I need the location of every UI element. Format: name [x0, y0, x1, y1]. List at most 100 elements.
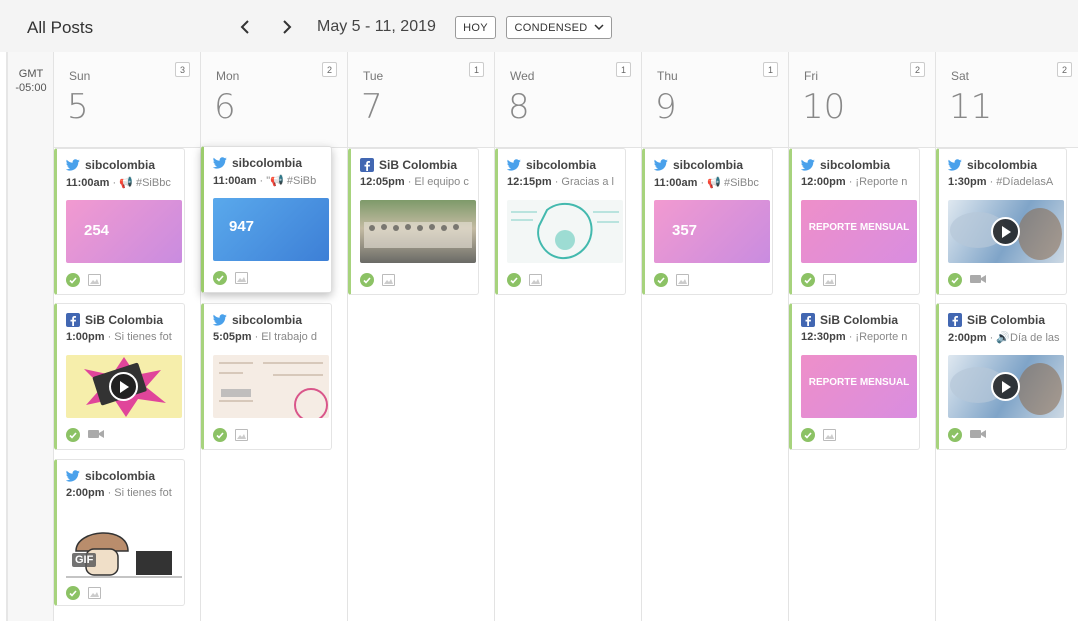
post-meta: 11:00am · 📢 #SiBbc [654, 176, 770, 189]
view-mode-dropdown[interactable]: CONDENSED [506, 16, 612, 39]
post-card[interactable]: SiB Colombia 12:05pm · El equipo c [348, 148, 479, 295]
image-icon [823, 274, 836, 286]
next-week-button[interactable] [276, 16, 298, 38]
post-card[interactable]: sibcolombia 11:00am · 📢 #SiBbc 357 [642, 148, 773, 295]
day-body[interactable]: sibcolombia 11:00am · "📢 #SiBb 947 sibcolom… [201, 146, 347, 621]
account-name: SiB Colombia [85, 313, 164, 327]
day-column-wed[interactable]: Wed 8 1 sibcolombia 12:15pm · Gracias a l [495, 52, 642, 621]
day-name: Sun [69, 69, 91, 83]
post-card[interactable]: SiB Colombia 12:30pm · ¡Reporte n REPORTE … [789, 303, 920, 450]
post-footer [654, 273, 689, 287]
post-meta: 11:00am · "📢 #SiBb [213, 174, 329, 187]
post-card[interactable]: sibcolombia 11:00am · "📢 #SiBb 947 [201, 146, 332, 293]
day-column-fri[interactable]: Fri 10 2 sibcolombia 12:00pm · ¡Reporte n REP… [789, 52, 936, 621]
today-button-label: HOY [463, 21, 488, 34]
post-meta: 2:00pm · 🔊Día de las [948, 331, 1064, 344]
post-count-badge: 2 [1057, 62, 1072, 77]
play-icon[interactable] [991, 217, 1020, 246]
day-number: 10 [802, 87, 846, 127]
post-card[interactable]: sibcolombia 12:15pm · Gracias a l [495, 148, 626, 295]
twitter-icon [507, 158, 521, 172]
post-image[interactable] [360, 200, 476, 263]
account-name: sibcolombia [967, 158, 1038, 172]
post-video[interactable] [948, 355, 1064, 418]
day-body[interactable]: sibcolombia 11:00am · 📢 #SiBbc 254 SiB Col… [54, 148, 200, 621]
play-icon[interactable] [991, 372, 1020, 401]
post-image[interactable]: REPORTE MENSUAL [801, 355, 917, 418]
post-card[interactable]: SiB Colombia 1:00pm · Si tienes fot [54, 303, 185, 450]
image-icon [676, 274, 689, 286]
post-video[interactable] [66, 355, 182, 418]
twitter-icon [213, 313, 227, 327]
post-meta: 5:05pm · El trabajo d [213, 331, 329, 343]
day-number: 7 [361, 87, 383, 127]
day-body[interactable]: sibcolombia 12:00pm · ¡Reporte n REPORTE M… [789, 148, 935, 621]
post-text: · El equipo c [404, 176, 469, 188]
post-image[interactable]: REPORTE MENSUAL [801, 200, 917, 263]
post-image[interactable]: 254 [66, 200, 182, 263]
video-icon [970, 426, 986, 444]
check-icon [213, 428, 227, 442]
post-image[interactable]: 947 [213, 198, 329, 261]
post-card[interactable]: sibcolombia 12:00pm · ¡Reporte n REPORTE M… [789, 148, 920, 295]
post-text: · El trabajo d [251, 331, 317, 343]
top-bar: All Posts May 5 - 11, 2019 HOY CONDENSED [0, 0, 1078, 52]
day-body[interactable]: sibcolombia 1:30pm · #DíadelasA SiB Colomb… [936, 148, 1078, 621]
post-meta: 12:00pm · ¡Reporte n [801, 176, 917, 188]
previous-week-button[interactable] [234, 16, 256, 38]
twitter-icon [66, 158, 80, 172]
day-number: 5 [67, 87, 89, 127]
post-gif[interactable]: GIF [66, 511, 182, 583]
today-button[interactable]: HOY [455, 16, 496, 39]
mushroom-illustration [66, 532, 182, 578]
video-icon [88, 426, 104, 444]
twitter-icon [654, 158, 668, 172]
post-account: sibcolombia [654, 157, 743, 173]
post-count-badge: 3 [175, 62, 190, 77]
day-body[interactable]: sibcolombia 11:00am · 📢 #SiBbc 357 [642, 148, 788, 621]
post-time: 12:30pm [801, 331, 846, 343]
post-video[interactable] [948, 200, 1064, 263]
day-name: Mon [216, 69, 240, 83]
post-card[interactable]: SiB Colombia 2:00pm · 🔊Día de las [936, 303, 1067, 450]
day-column-sun[interactable]: Sun 5 3 sibcolombia 11:00am · 📢 #SiBbc 254 Si… [54, 52, 201, 621]
post-card[interactable]: sibcolombia 5:05pm · El trabajo d [201, 303, 332, 450]
post-card[interactable]: sibcolombia 1:30pm · #DíadelasA [936, 148, 1067, 295]
teal-illustration [511, 202, 619, 260]
post-card[interactable]: sibcolombia 2:00pm · Si tienes fot GIF [54, 459, 185, 606]
account-name: sibcolombia [232, 313, 303, 327]
post-count-badge: 2 [322, 62, 337, 77]
account-name: sibcolombia [232, 156, 303, 170]
post-time: 2:00pm [66, 487, 105, 499]
post-account: sibcolombia [213, 155, 302, 171]
post-account: SiB Colombia [360, 157, 457, 173]
timezone-column: GMT -05:00 [8, 52, 54, 621]
day-name: Fri [804, 69, 818, 83]
day-body[interactable]: SiB Colombia 12:05pm · El equipo c [348, 148, 494, 621]
check-icon [213, 271, 227, 285]
day-column-tue[interactable]: Tue 7 1 SiB Colombia 12:05pm · El equipo c [348, 52, 495, 621]
post-image[interactable] [507, 200, 623, 263]
day-header: Sat 11 2 [936, 52, 1078, 148]
post-card[interactable]: sibcolombia 11:00am · 📢 #SiBbc 254 [54, 148, 185, 295]
post-image[interactable] [213, 355, 329, 418]
twitter-icon [948, 158, 962, 172]
check-icon [360, 273, 374, 287]
day-name: Sat [951, 69, 970, 83]
post-text: · Si tienes fot [104, 331, 172, 343]
play-icon[interactable] [109, 372, 138, 401]
post-text: · ¡Reporte n [845, 176, 908, 188]
day-body[interactable]: sibcolombia 12:15pm · Gracias a l [495, 148, 641, 621]
post-image[interactable]: 357 [654, 200, 770, 263]
day-column-mon[interactable]: Mon 6 2 sibcolombia 11:00am · "📢 #SiBb 947 sib… [201, 52, 348, 621]
post-footer [948, 428, 986, 442]
day-name: Thu [657, 69, 678, 83]
post-footer [948, 273, 986, 287]
day-column-thu[interactable]: Thu 9 1 sibcolombia 11:00am · 📢 #SiBbc 357 [642, 52, 789, 621]
post-count-badge: 2 [910, 62, 925, 77]
day-column-sat[interactable]: Sat 11 2 sibcolombia 1:30pm · #DíadelasA SiB … [936, 52, 1078, 621]
post-meta: 11:00am · 📢 #SiBbc [66, 176, 182, 189]
post-account: sibcolombia [213, 312, 302, 328]
post-count-badge: 1 [763, 62, 778, 77]
post-account: sibcolombia [507, 157, 596, 173]
